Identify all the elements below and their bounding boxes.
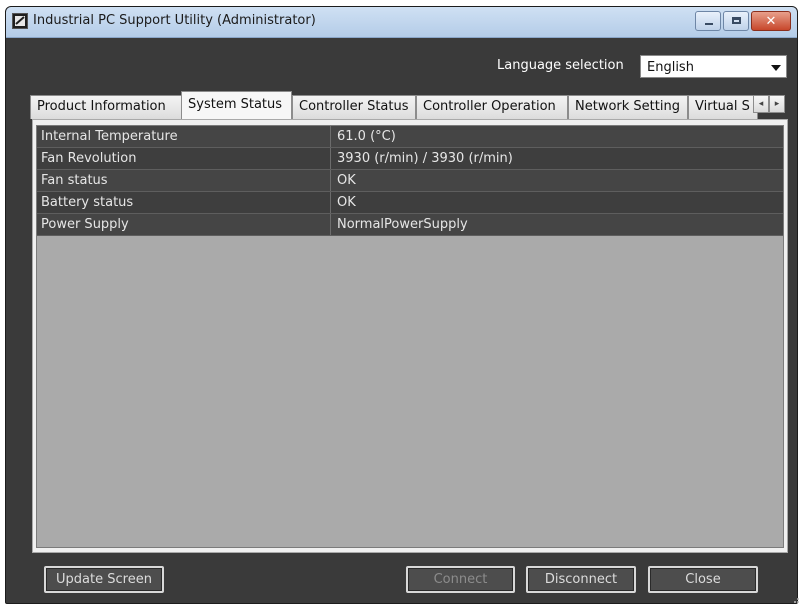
status-grid[interactable]: Internal Temperature 61.0 (°C) Fan Revol… [36, 125, 784, 548]
close-button[interactable]: Close [648, 566, 758, 593]
minimize-button[interactable] [695, 11, 721, 31]
maximize-button[interactable] [723, 11, 749, 31]
row-name: Fan status [37, 170, 331, 191]
app-icon [12, 13, 28, 29]
language-selected-value: English [647, 60, 694, 75]
minimize-icon [705, 23, 713, 25]
table-row[interactable]: Battery status OK [37, 192, 783, 214]
row-value: NormalPowerSupply [337, 217, 468, 232]
close-window-button[interactable]: ✕ [751, 11, 791, 31]
chevron-left-icon: ◂ [758, 99, 764, 109]
resize-grip-icon[interactable] [790, 594, 800, 604]
tab-controller-status[interactable]: Controller Status [292, 95, 416, 119]
tab-system-status[interactable]: System Status [181, 91, 292, 119]
update-screen-button[interactable]: Update Screen [44, 566, 164, 593]
tab-controller-operation[interactable]: Controller Operation [416, 95, 568, 119]
row-name: Battery status [37, 192, 331, 213]
title-bar[interactable]: Industrial PC Support Utility (Administr… [6, 7, 797, 38]
close-icon: ✕ [765, 13, 777, 29]
table-row[interactable]: Power Supply NormalPowerSupply [37, 214, 783, 236]
maximize-icon [732, 17, 741, 24]
row-name: Fan Revolution [37, 148, 331, 169]
row-name: Power Supply [37, 214, 331, 235]
tab-scroll-right-button[interactable]: ▸ [769, 95, 785, 113]
tab-scroll-left-button[interactable]: ◂ [753, 95, 769, 113]
tab-virtual[interactable]: Virtual S [688, 95, 758, 119]
language-selection-label: Language selection [497, 58, 624, 73]
row-value: 3930 (r/min) / 3930 (r/min) [337, 151, 513, 166]
connect-button[interactable]: Connect [406, 566, 515, 593]
window-title: Industrial PC Support Utility (Administr… [33, 13, 316, 28]
table-row[interactable]: Fan status OK [37, 170, 783, 192]
language-select[interactable]: English [640, 55, 787, 78]
table-row[interactable]: Internal Temperature 61.0 (°C) [37, 126, 783, 148]
disconnect-button[interactable]: Disconnect [526, 566, 636, 593]
row-value: OK [337, 195, 356, 210]
tab-product-information[interactable]: Product Information [30, 95, 182, 119]
table-row[interactable]: Fan Revolution 3930 (r/min) / 3930 (r/mi… [37, 148, 783, 170]
chevron-down-icon [771, 65, 781, 71]
row-value: OK [337, 173, 356, 188]
tab-strip: Product Information System Status Contro… [30, 91, 785, 119]
row-name: Internal Temperature [37, 126, 331, 147]
row-value: 61.0 (°C) [337, 129, 396, 144]
chevron-right-icon: ▸ [774, 99, 780, 109]
tab-network-setting[interactable]: Network Setting [568, 95, 688, 119]
